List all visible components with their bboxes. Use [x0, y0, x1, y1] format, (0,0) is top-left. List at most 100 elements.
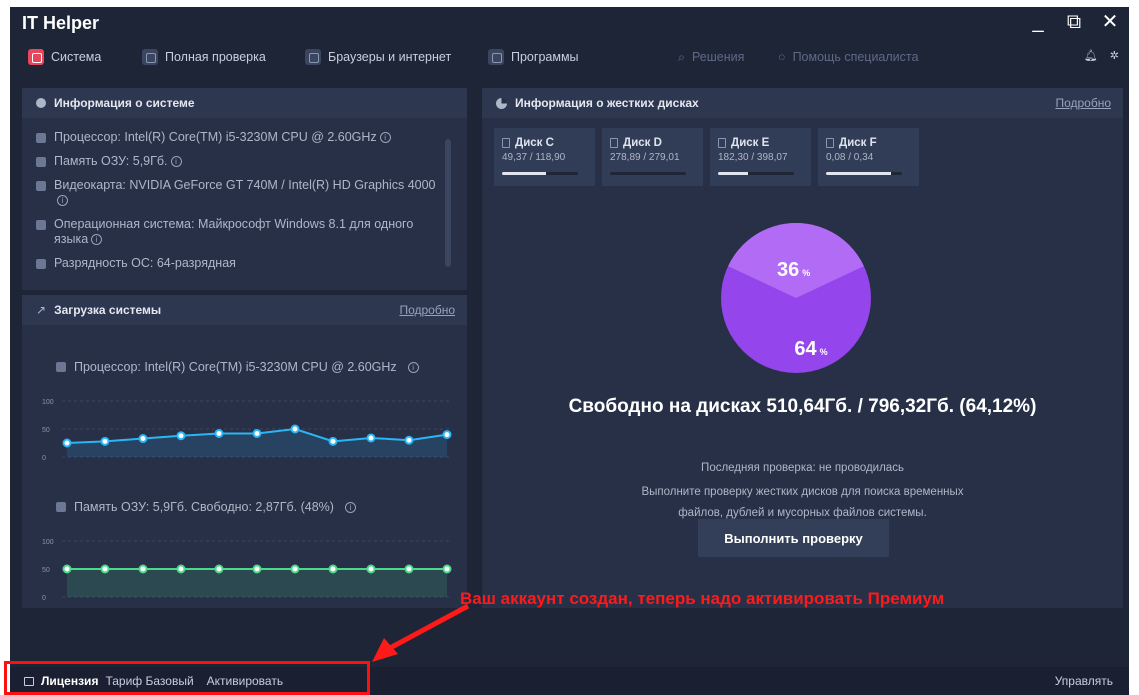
cpu-load-chart: 100 50 0 — [42, 399, 452, 462]
nav-item-label: Браузеры и интернет — [328, 50, 452, 64]
cpu-load-point — [328, 436, 338, 446]
disk-usage-bar — [826, 172, 902, 175]
bitness-text: Разрядность ОС: 64-разрядная — [54, 256, 236, 270]
ram-text: Память ОЗУ: 5,9Гб. — [54, 154, 168, 168]
apps-icon — [488, 49, 504, 65]
disk-card-d[interactable]: Диск D 278,89 / 279,01 — [602, 128, 703, 186]
globe-icon — [305, 49, 321, 65]
system-info-header: Информация о системе — [22, 88, 467, 118]
load-details-link[interactable]: Подробно — [399, 303, 455, 317]
os-text: Операционная система: Майкрософт Windows… — [54, 217, 414, 246]
cpu-load-point — [442, 430, 452, 440]
free-space-summary: Свободно на дисках 510,64Гб. / 796,32Гб.… — [568, 396, 1037, 417]
memory-icon — [36, 157, 46, 167]
run-check-button[interactable]: Выполнить проверку — [698, 519, 889, 557]
disk-details-link[interactable]: Подробно — [1055, 96, 1111, 110]
os-row: Операционная система: Майкрософт Windows… — [36, 217, 446, 247]
y-tick-label: 100 — [42, 539, 54, 546]
system-icon — [28, 49, 44, 65]
annotation-text: Ваш аккаунт создан, теперь надо активиро… — [460, 589, 945, 608]
disk-usage: 0,08 / 0,34 — [826, 152, 874, 163]
system-load-header: ↗ Загрузка системы Подробно — [22, 295, 467, 325]
close-button[interactable]: ✕ — [1099, 11, 1121, 33]
disk-info-header: Информация о жестких дисках Подробно — [482, 88, 1123, 118]
cpu-load-point — [100, 436, 110, 446]
nav-item-programs[interactable]: Программы — [488, 45, 579, 69]
disk-usage-bar — [718, 172, 794, 175]
system-info-title: Информация о системе — [54, 96, 195, 110]
cpu-text: Процессор: Intel(R) Core(TM) i5-3230M CP… — [54, 130, 377, 144]
chat-icon: ○ — [778, 50, 786, 64]
cpu-load-point — [176, 431, 186, 441]
cpu-load-point — [214, 428, 224, 438]
nav-item-system[interactable]: Система — [28, 45, 101, 69]
disk-usage-bar — [502, 172, 578, 175]
ram-load-point — [442, 564, 452, 574]
system-info-scrollbar[interactable] — [445, 139, 451, 267]
disk-info-title: Информация о жестких дисках — [515, 96, 699, 110]
grid-icon — [36, 259, 46, 269]
gpu-icon — [36, 181, 46, 191]
ram-load-point — [214, 564, 224, 574]
ram-load-chart: 100 50 0 — [42, 539, 452, 602]
disk-icon — [826, 138, 834, 148]
nav-item-browsers[interactable]: Браузеры и интернет — [305, 45, 451, 69]
cpu-icon — [36, 133, 46, 143]
disk-icon — [718, 138, 726, 148]
disk-card-f[interactable]: Диск F 0,08 / 0,34 — [818, 128, 919, 186]
disk-usage-bar — [610, 172, 686, 175]
y-tick-label: 50 — [42, 427, 50, 434]
disk-icon — [610, 138, 618, 148]
check-hint-line-1: Выполните проверку жестких дисков для по… — [641, 486, 964, 498]
system-load-panel: ↗ Загрузка системы Подробно Процессор: I… — [22, 295, 467, 608]
nav-solutions[interactable]: ⌕ Решения — [678, 45, 744, 69]
nav-help-label: Помощь специалиста — [792, 50, 919, 64]
pie-chart-icon — [496, 97, 507, 109]
nav-item-full-check[interactable]: Полная проверка — [142, 45, 266, 69]
bell-icon[interactable]: 🔔︎ — [1084, 49, 1098, 62]
cpu-load-text: Процессор: Intel(R) Core(TM) i5-3230M CP… — [74, 360, 397, 374]
info-circle-icon[interactable]: i — [170, 156, 182, 168]
nav-tools: 🔔︎ ✲ — [1084, 49, 1119, 62]
disk-name: Диск F — [839, 137, 877, 149]
gpu-text: Видеокарта: NVIDIA GeForce GT 740M / Int… — [54, 178, 436, 192]
last-check-text: Последняя проверка: не проводилась — [701, 462, 904, 474]
disk-name: Диск D — [623, 137, 662, 149]
info-circle-icon[interactable]: i — [91, 234, 103, 246]
y-tick-label: 0 — [42, 455, 46, 462]
disk-card-e[interactable]: Диск E 182,30 / 398,07 — [710, 128, 811, 186]
y-tick-label: 100 — [42, 399, 54, 406]
gear-icon[interactable]: ✲ — [1110, 49, 1119, 62]
info-circle-icon[interactable]: i — [379, 132, 391, 144]
cpu-load-point — [290, 424, 300, 434]
info-circle-icon[interactable]: i — [344, 501, 356, 513]
ram-load-point — [62, 564, 72, 574]
info-circle-icon[interactable]: i — [57, 195, 68, 207]
ram-load-point — [252, 564, 262, 574]
disk-usage: 182,30 / 398,07 — [718, 152, 788, 163]
windows-icon — [36, 220, 46, 230]
cpu-row: Процессор: Intel(R) Core(TM) i5-3230M CP… — [36, 130, 446, 145]
info-circle-icon[interactable]: i — [407, 361, 419, 373]
annotation-highlight-box — [4, 661, 370, 695]
ram-load-text: Память ОЗУ: 5,9Гб. Свободно: 2,87Гб. (48… — [74, 500, 334, 514]
nav-item-label: Программы — [511, 50, 579, 64]
cpu-icon — [56, 362, 66, 372]
disk-usage: 278,89 / 279,01 — [610, 152, 680, 163]
minimize-button[interactable]: _ — [1027, 11, 1049, 33]
memory-icon — [56, 502, 66, 512]
cpu-load-point — [366, 433, 376, 443]
nav-help[interactable]: ○ Помощь специалиста — [778, 45, 918, 69]
disk-card-c[interactable]: Диск C 49,37 / 118,90 — [494, 128, 595, 186]
system-info-list: Процессор: Intel(R) Core(TM) i5-3230M CP… — [36, 130, 446, 280]
nav-item-label: Полная проверка — [165, 50, 266, 64]
maximize-button[interactable]: ⧉ — [1063, 11, 1085, 33]
disk-name: Диск E — [731, 137, 770, 149]
main-nav: Система Полная проверка Браузеры и интер… — [10, 45, 1129, 69]
manage-link[interactable]: Управлять — [1055, 674, 1113, 688]
app-title: IT Helper — [22, 13, 100, 33]
check-hint-line-2: файлов, дублей и мусорных файлов системы… — [678, 507, 927, 519]
title-bar: IT Helper _ ⧉ ✕ — [10, 7, 1129, 39]
cpu-load-label: Процессор: Intel(R) Core(TM) i5-3230M CP… — [56, 360, 419, 374]
ram-load-point — [404, 564, 414, 574]
